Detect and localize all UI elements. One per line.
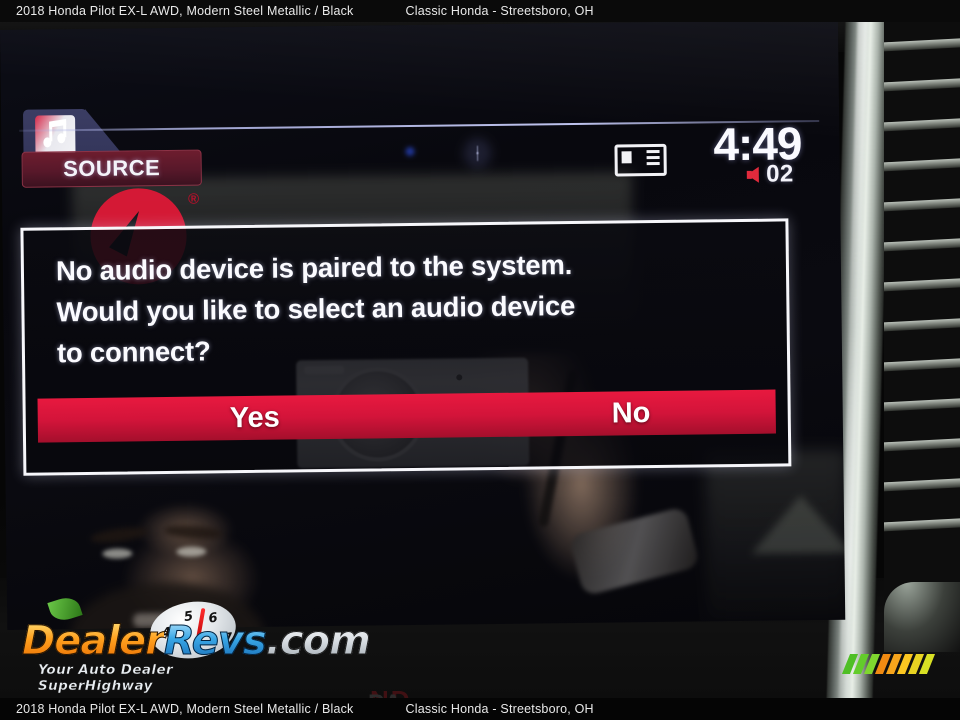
air-vent bbox=[884, 22, 960, 622]
status-bar: ᚽ 4:49 bbox=[0, 50, 839, 177]
caption-bottom-dealer: Classic Honda - Streetsboro, OH bbox=[405, 702, 594, 716]
dialog-button-bar: Yes No bbox=[37, 389, 776, 443]
brand-tagline: Your Auto Dealer SuperHighway bbox=[38, 662, 174, 694]
no-button[interactable]: No bbox=[612, 397, 651, 430]
source-button-label: SOURCE bbox=[62, 155, 161, 182]
vehicle-photo: ᚽ 4:49 SOURCE ® 02 No audio device is pa… bbox=[0, 22, 960, 698]
brand-dealer-text: Dealer bbox=[22, 618, 166, 665]
volume-level: 02 bbox=[765, 160, 794, 188]
speaker-icon bbox=[747, 166, 760, 183]
dealerrevs-watermark: 4 5 6 7 DealerRevs.com Your Auto Dealer … bbox=[22, 593, 371, 694]
dialog-message-line-3: to connect? bbox=[56, 335, 211, 369]
source-button[interactable]: SOURCE bbox=[21, 149, 202, 188]
pairing-dialog: No audio device is paired to the system.… bbox=[20, 218, 792, 476]
air-vent-housing bbox=[884, 582, 960, 652]
caption-bottom: 2018 Honda Pilot EX-L AWD, Modern Steel … bbox=[0, 698, 960, 720]
music-note-icon bbox=[35, 115, 76, 156]
caption-bottom-vehicle: 2018 Honda Pilot EX-L AWD, Modern Steel … bbox=[16, 702, 354, 716]
brand-wordmark: DealerRevs.com bbox=[22, 618, 372, 665]
status-indicator-dot bbox=[405, 146, 415, 157]
brand-com-text: .com bbox=[265, 618, 371, 665]
registered-trademark-symbol: ® bbox=[187, 190, 200, 208]
caption-top-dealer: Classic Honda - Streetsboro, OH bbox=[405, 4, 594, 18]
dialog-message: No audio device is paired to the system.… bbox=[56, 242, 757, 374]
infotainment-screen[interactable]: ᚽ 4:49 SOURCE ® 02 No audio device is pa… bbox=[0, 22, 846, 630]
stripes-badge bbox=[841, 654, 956, 674]
usb-media-icon bbox=[614, 143, 667, 177]
screenshot-stage: 2018 Honda Pilot EX-L AWD, Modern Steel … bbox=[0, 0, 960, 720]
caption-top: 2018 Honda Pilot EX-L AWD, Modern Steel … bbox=[0, 0, 960, 22]
bluetooth-icon: ᚽ bbox=[472, 143, 483, 163]
reflection-triangle bbox=[750, 494, 846, 554]
volume-indicator: 02 bbox=[747, 160, 794, 189]
brand-revs-text: Revs bbox=[163, 618, 267, 665]
caption-top-vehicle: 2018 Honda Pilot EX-L AWD, Modern Steel … bbox=[16, 4, 354, 18]
yes-button[interactable]: Yes bbox=[230, 401, 280, 435]
